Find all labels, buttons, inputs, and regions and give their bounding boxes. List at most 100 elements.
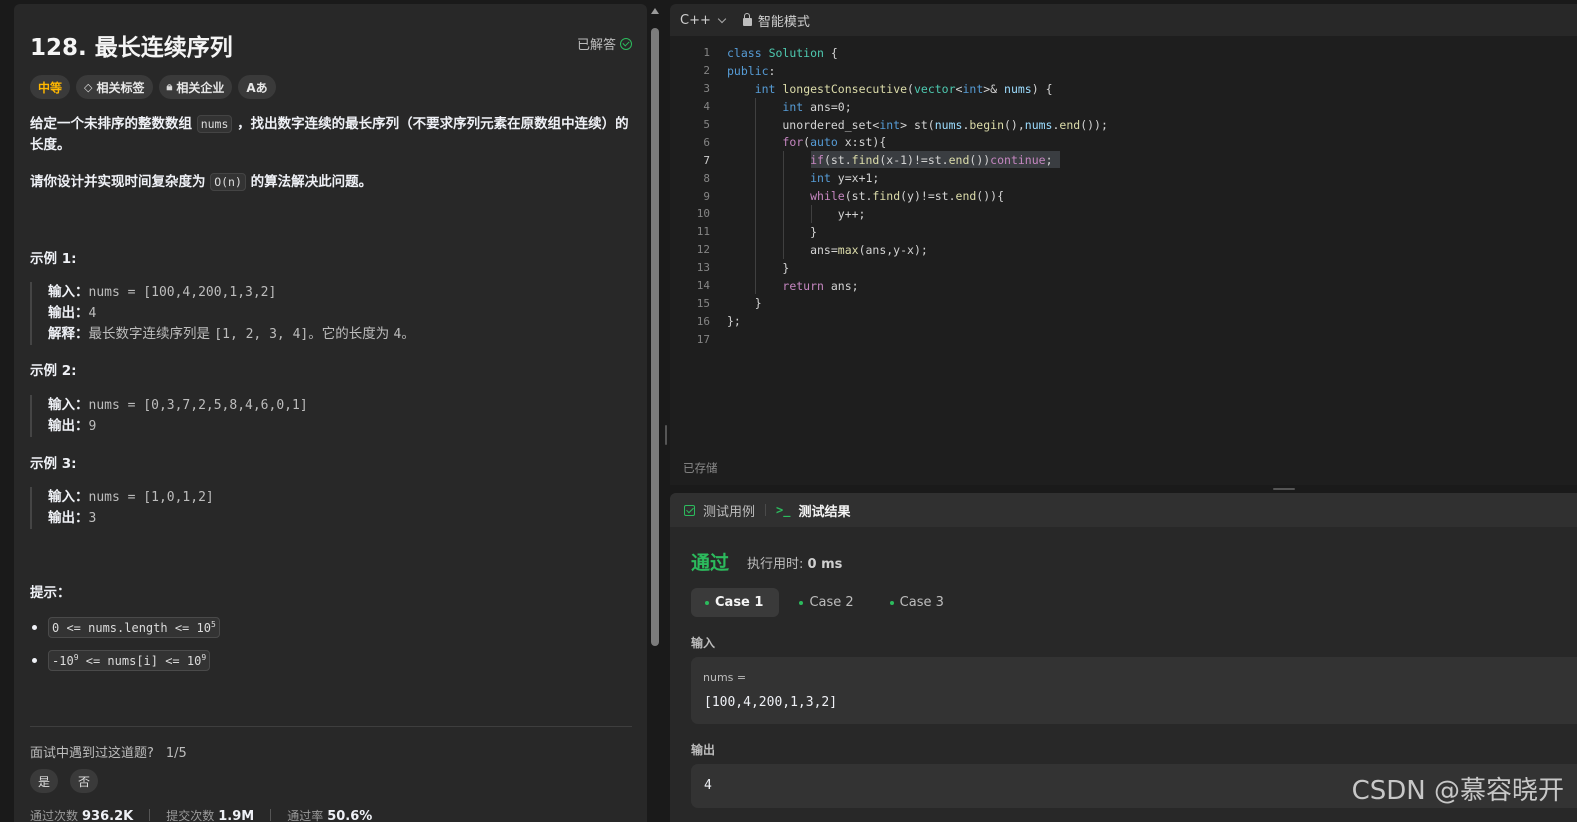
- stat-value: 50.6%: [327, 809, 373, 822]
- stat-separator: [149, 809, 151, 821]
- interview-question: 面试中遇到过这道题? 1/5: [30, 742, 187, 761]
- language-select[interactable]: C++: [680, 13, 711, 28]
- horizontal-resize-handle[interactable]: [1273, 488, 1295, 490]
- problem-description: 128. 最长连续序列 已解答 中等 ◇ 相关标签 🔒︎ 相关企业 Aあ 给定一个未…: [14, 4, 647, 822]
- chevron-down-icon[interactable]: [717, 14, 727, 23]
- line-number: 5: [703, 118, 710, 131]
- companies-label: 相关企业: [176, 80, 225, 95]
- line-number: 13: [696, 261, 710, 275]
- translate-button[interactable]: Aあ: [238, 75, 276, 99]
- case-label: Case 2: [809, 595, 854, 610]
- runtime-value: 0 ms: [807, 557, 843, 572]
- case-3-tab[interactable]: Case 3: [876, 588, 960, 617]
- vertical-resize-handle[interactable]: [665, 425, 667, 445]
- line-number: 3: [703, 82, 710, 96]
- case-1-tab[interactable]: Case 1: [691, 588, 780, 617]
- code-text: int y=x+1;: [810, 171, 880, 186]
- code-text: }: [727, 296, 762, 311]
- output-value: 3: [88, 511, 97, 526]
- input-value: nums = [1,0,1,2]: [88, 490, 214, 505]
- code-editor[interactable]: C++ 智能模式 1 class Solution { 2 public: 3 in…: [670, 4, 1577, 485]
- tab-testcase[interactable]: 测试用例: [703, 501, 755, 520]
- case-label: Case 3: [899, 595, 944, 610]
- example-output: 输出：9: [48, 416, 630, 437]
- interview-label: 面试中遇到过这道题?: [30, 746, 154, 761]
- stat-value: 1.9M: [218, 809, 255, 822]
- scroll-up-arrow-icon[interactable]: [651, 8, 659, 14]
- code-text: }: [727, 224, 818, 239]
- code-line: 5 unordered_set<int> st(nums.begin(),num…: [670, 115, 1577, 134]
- explain-text: 。它的长度为: [308, 326, 394, 342]
- bullet: [32, 625, 37, 630]
- tab-separator: [765, 504, 767, 516]
- output-key: 输出：: [48, 510, 89, 526]
- code-text: for(auto x:st){: [782, 135, 887, 150]
- line-number: 12: [696, 243, 710, 257]
- input-box: nums = [100,4,200,1,3,2]: [691, 657, 1577, 724]
- example-input: 输入：nums = [0,3,7,2,5,8,4,6,0,1]: [48, 395, 630, 416]
- stat-submissions: 提交次数 1.9M: [166, 807, 254, 822]
- case-2-tab[interactable]: Case 2: [785, 588, 869, 617]
- topic-tags-button[interactable]: ◇ 相关标签: [76, 75, 153, 99]
- no-button[interactable]: 否: [70, 769, 98, 793]
- input-value: nums = [0,3,7,2,5,8,4,6,0,1]: [88, 398, 308, 413]
- case-label: Case 1: [715, 595, 764, 610]
- stat-rate: 通过率 50.6%: [287, 807, 372, 822]
- yes-button[interactable]: 是: [30, 769, 58, 793]
- translate-icon: Aあ: [246, 80, 268, 95]
- example-2-block: 输入：nums = [0,3,7,2,5,8,4,6,0,1] 输出：9: [30, 395, 630, 437]
- code-line: 6 for(auto x:st){: [670, 133, 1577, 152]
- example-3-block: 输入：nums = [1,0,1,2] 输出：3: [30, 487, 630, 529]
- code-text: while(st.find(y)!=st.end()){: [810, 189, 1004, 204]
- problem-panel: 128. 最长连续序列 已解答 中等 ◇ 相关标签 🔒︎ 相关企业 Aあ 给定一个未…: [0, 0, 662, 822]
- line-number: 8: [703, 171, 710, 185]
- line-number: 1: [703, 46, 710, 60]
- difficulty-tag[interactable]: 中等: [30, 75, 71, 99]
- code-text: y++;: [727, 206, 866, 221]
- companies-button[interactable]: 🔒︎ 相关企业: [158, 75, 233, 99]
- check-circle-icon: [620, 37, 632, 50]
- stat-separator: [270, 809, 272, 821]
- tag-icon: ◇: [84, 80, 93, 94]
- pass-dot-icon: [889, 600, 894, 605]
- smart-mode-label[interactable]: 智能模式: [758, 11, 810, 30]
- line-number: 14: [696, 279, 710, 293]
- result-tabs: 测试用例 >_ 测试结果: [670, 493, 1577, 527]
- input-key: 输入：: [48, 397, 89, 413]
- case-tabs: Case 1 Case 2 Case 3: [691, 588, 960, 617]
- interview-count: 1/5: [165, 746, 187, 761]
- editor-toolbar: C++ 智能模式: [670, 4, 1577, 36]
- line-number: 9: [703, 189, 710, 203]
- output-value: 4: [88, 306, 97, 321]
- explain-key: 解释：: [48, 326, 89, 342]
- tag-row: 中等 ◇ 相关标签 🔒︎ 相关企业 Aあ: [30, 75, 276, 99]
- example-explain: 解释：最长数字连续序列是 [1, 2, 3, 4]。它的长度为 4。: [48, 324, 630, 345]
- code-line: 12 ans=max(ans,y-x);: [670, 240, 1577, 259]
- desc-text: 的算法解决此问题。: [245, 174, 373, 190]
- example-1-block: 输入：nums = [100,4,200,1,3,2] 输出：4 解释：最长数字…: [30, 282, 630, 345]
- desc-text: 给定一个未排序的整数数组: [30, 116, 197, 132]
- line-number: 15: [696, 296, 710, 310]
- saved-status: 已存储: [683, 461, 718, 475]
- hint-2: -109 <= nums[i] <= 109: [30, 650, 211, 671]
- example-input: 输入：nums = [100,4,200,1,3,2]: [48, 282, 630, 303]
- code-line: 15 }: [670, 294, 1577, 312]
- code-line: 11 }: [670, 222, 1577, 241]
- left-scrollbar-thumb[interactable]: [651, 28, 659, 646]
- code-text: return ans;: [782, 278, 859, 293]
- code-line-active: 7 if(st.find(x-1)!=st.end())continue;: [670, 151, 1577, 170]
- hint-sup: 5: [210, 620, 216, 629]
- hint-text: 0 <= nums.length <= 10: [52, 621, 211, 635]
- code-text: if(st.find(x-1)!=st.end())continue;: [810, 153, 1053, 168]
- description-paragraph-1: 给定一个未排序的整数数组 nums ，找出数字连续的最长序列（不要求序列元素在原…: [30, 114, 632, 156]
- code-area[interactable]: 1 class Solution { 2 public: 3 int longest…: [670, 44, 1577, 348]
- output-key: 输出：: [48, 418, 89, 434]
- output-key: 输出：: [48, 305, 89, 321]
- hint-sup: 9: [201, 653, 207, 662]
- tab-test-result[interactable]: 测试结果: [798, 501, 850, 520]
- runtime-info: 执行用时: 0 ms: [747, 553, 842, 572]
- hint-1: 0 <= nums.length <= 105: [30, 617, 220, 638]
- stat-label: 通过率: [287, 809, 324, 822]
- code-line: 3 int longestConsecutive(vector<int>& nu…: [670, 80, 1577, 98]
- line-number: 7: [703, 153, 710, 167]
